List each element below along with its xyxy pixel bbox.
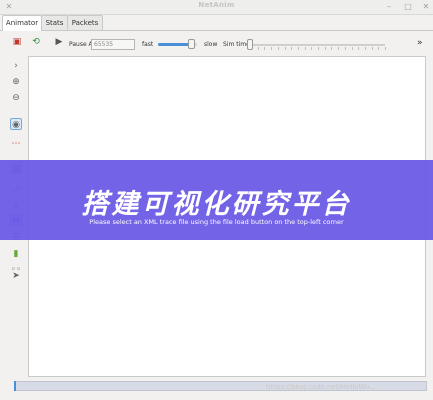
sim-time-slider-track[interactable]	[251, 44, 385, 46]
status-accent	[14, 381, 16, 391]
sim-time-tick	[277, 47, 279, 50]
sim-time-tick	[257, 47, 259, 50]
load-trace-message: Please select an XML trace file using th…	[89, 218, 344, 226]
minimize-icon[interactable]: –	[384, 2, 394, 12]
sim-time-tick	[385, 47, 386, 50]
close-window-icon[interactable]: ✕	[421, 2, 431, 12]
play-icon[interactable]: ▶	[54, 37, 64, 47]
sim-time-ticks	[251, 47, 386, 51]
watermark: https://blog.csdn.net/HelloWo...	[266, 383, 376, 391]
sim-time-tick	[324, 47, 326, 50]
tab-bar: Animator Stats Packets	[0, 14, 433, 31]
sim-time-tick	[311, 47, 313, 50]
sim-time-tick	[371, 47, 373, 50]
zoom-in-icon[interactable]: ⊕	[10, 76, 22, 88]
pause-at-input[interactable]	[91, 39, 135, 50]
more-tools-button[interactable]: »	[417, 38, 423, 48]
slow-label: slow	[204, 41, 218, 48]
sim-time-label: Sim time	[223, 41, 250, 48]
reload-icon[interactable]: ⟲	[31, 37, 41, 47]
tab-animator[interactable]: Animator	[2, 15, 42, 31]
sim-time-tick	[331, 47, 333, 50]
expand-icon[interactable]: ›	[10, 60, 22, 72]
tab-packets[interactable]: Packets	[67, 15, 103, 30]
zoom-out-icon[interactable]: ⊖	[10, 92, 22, 104]
sim-time-tick	[344, 47, 346, 50]
cursor-icon: ➤	[12, 271, 20, 281]
sim-time-slider-handle[interactable]	[247, 39, 253, 50]
title-bar: ✕ NetAnim – □ ✕	[0, 0, 433, 15]
sim-time-tick	[338, 47, 340, 50]
sim-time-tick	[297, 47, 299, 50]
sim-time-tick	[378, 47, 380, 50]
sim-time-tick	[351, 47, 353, 50]
toolbar: ▣ ⟲ ▶ Pause At fast slow Sim time »	[0, 31, 433, 55]
sim-time-tick	[318, 47, 319, 50]
tab-stats[interactable]: Stats	[41, 15, 68, 30]
banner-title: 搭建可视化研究平台	[81, 189, 352, 220]
node-size-icon[interactable]: ◉	[10, 118, 22, 130]
battery-icon[interactable]: ▮	[10, 248, 22, 260]
window-title: NetAnim	[198, 1, 235, 9]
sim-time-tick	[304, 47, 306, 50]
maximize-icon[interactable]: □	[403, 2, 413, 12]
sim-time-tick	[271, 47, 273, 50]
sim-time-tick	[284, 47, 286, 50]
speed-slider-handle[interactable]	[188, 39, 196, 49]
netanim-window: ✕ NetAnim – □ ✕ Animator Stats Packets ▣…	[0, 0, 433, 400]
open-file-icon[interactable]: ▣	[12, 37, 22, 47]
sim-time-tick	[358, 47, 360, 50]
sim-time-tick	[291, 47, 293, 50]
speed-slider-fill	[158, 43, 192, 46]
fast-label: fast	[142, 41, 154, 48]
sim-time-tick	[264, 47, 266, 50]
sim-time-tick	[364, 47, 366, 50]
show-ip-icon[interactable]: ⋯	[10, 138, 22, 150]
